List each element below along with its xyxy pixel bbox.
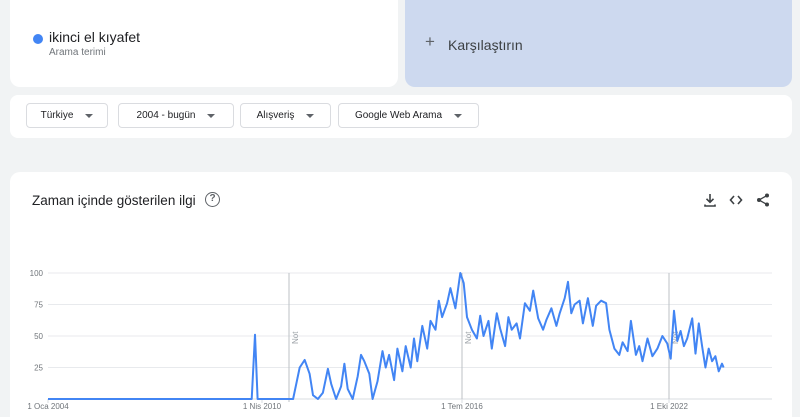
interest-chart: 100755025Not Not Not1 Oca 2004 1 Nis 2010 1 … (27, 269, 772, 411)
x-tick-label: 1 Nis 2010 (243, 402, 282, 411)
annotation-label: Not (291, 331, 300, 344)
annotation-label: Not (464, 331, 473, 344)
y-tick-label: 25 (34, 364, 43, 373)
x-tick-label: 1 Oca 2004 (27, 402, 69, 411)
x-tick-label: 1 Tem 2016 (441, 402, 483, 411)
y-tick-label: 75 (34, 301, 43, 310)
y-tick-label: 100 (30, 269, 44, 278)
x-tick-label: 1 Eki 2022 (650, 402, 688, 411)
y-tick-label: 50 (34, 332, 43, 341)
